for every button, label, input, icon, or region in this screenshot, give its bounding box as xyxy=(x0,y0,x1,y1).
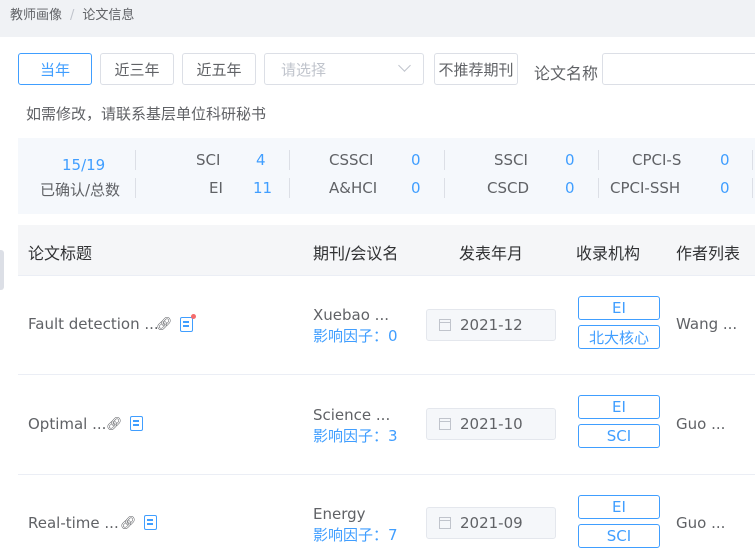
publish-date: 2021-09 xyxy=(460,514,523,532)
year-select-placeholder: 请选择 xyxy=(281,60,327,79)
not-recommended-journals-button[interactable]: 不推荐期刊 xyxy=(434,53,518,85)
index-tag: EI xyxy=(578,296,660,320)
column-header-index: 收录机构 xyxy=(576,244,641,263)
column-header-date: 发表年月 xyxy=(459,244,524,263)
confirmed-total-label: 已确认/总数 xyxy=(40,181,121,199)
stat-value-sci[interactable]: 4 xyxy=(256,151,266,169)
stat-name-cpci-ssh: CPCI-SSH xyxy=(610,179,681,197)
note-icon[interactable] xyxy=(144,515,157,530)
impact-factor: 影响因子：0 xyxy=(313,327,398,345)
paper-title[interactable]: Real-time ... xyxy=(28,514,119,532)
calendar-icon xyxy=(439,418,451,430)
last-five-years-button[interactable]: 近五年 xyxy=(182,53,256,85)
stat-value-ei[interactable]: 11 xyxy=(253,179,272,197)
breadcrumb-current: 论文信息 xyxy=(82,8,135,23)
index-tag: EI xyxy=(578,495,660,519)
journal-name: Science ... xyxy=(313,406,391,424)
stat-name-ei: EI xyxy=(209,179,223,197)
edit-hint: 如需修改，请联系基层单位科研秘书 xyxy=(26,105,267,123)
divider xyxy=(289,178,290,198)
breadcrumb-separator: / xyxy=(70,8,75,23)
last-three-years-button[interactable]: 近三年 xyxy=(100,53,174,85)
paper-name-input[interactable] xyxy=(602,53,755,85)
publish-date-field: 2021-10 xyxy=(426,408,556,440)
row-divider xyxy=(18,275,755,276)
stat-name-cscd: CSCD xyxy=(487,179,530,197)
journal-name: Xuebao ... xyxy=(313,306,389,324)
stat-value-cpci-s[interactable]: 0 xyxy=(720,151,730,169)
divider xyxy=(289,150,290,170)
chevron-down-icon xyxy=(398,59,411,72)
divider xyxy=(752,150,753,170)
row-divider xyxy=(18,374,755,375)
link-icon[interactable]: 🔗︎ xyxy=(120,516,137,531)
impact-factor: 影响因子：7 xyxy=(313,526,398,544)
divider xyxy=(135,178,136,198)
calendar-icon xyxy=(439,517,451,529)
note-icon[interactable] xyxy=(180,314,196,332)
divider xyxy=(598,150,599,170)
stat-name-cssci: CSSCI xyxy=(329,151,374,169)
divider xyxy=(598,178,599,198)
divider xyxy=(444,178,445,198)
row-divider xyxy=(18,474,755,475)
stat-value-ahci[interactable]: 0 xyxy=(411,179,421,197)
publish-date-field: 2021-12 xyxy=(426,309,556,341)
publish-date: 2021-10 xyxy=(460,415,523,433)
index-tag: EI xyxy=(578,395,660,419)
paper-title[interactable]: Optimal ... xyxy=(28,415,106,433)
collapse-handle[interactable] xyxy=(0,250,4,290)
stat-name-ssci: SSCI xyxy=(494,151,528,169)
stat-name-sci: SCI xyxy=(196,151,221,169)
breadcrumb-root[interactable]: 教师画像 xyxy=(10,8,62,23)
year-select[interactable]: 请选择 xyxy=(264,53,424,85)
link-icon[interactable]: 🔗︎ xyxy=(106,417,123,432)
stat-name-ahci: A&HCI xyxy=(329,179,378,197)
publish-date-field: 2021-09 xyxy=(426,507,556,539)
index-tag: 北大核心 xyxy=(578,325,660,349)
breadcrumb: 教师画像 / 论文信息 xyxy=(10,4,134,23)
paper-name-label: 论文名称 xyxy=(534,64,599,83)
author-list: Wang ... xyxy=(676,315,738,333)
divider xyxy=(444,150,445,170)
author-list: Guo ... xyxy=(676,415,726,433)
journal-name: Energy xyxy=(313,505,366,523)
current-year-button[interactable]: 当年 xyxy=(18,53,92,85)
index-tag: SCI xyxy=(578,424,660,448)
divider xyxy=(135,150,136,170)
stat-value-cpci-ssh[interactable]: 0 xyxy=(720,179,730,197)
calendar-icon xyxy=(439,319,451,331)
alert-dot xyxy=(191,314,196,319)
column-header-journal: 期刊/会议名 xyxy=(313,244,399,263)
stat-value-cssci[interactable]: 0 xyxy=(411,151,421,169)
divider xyxy=(752,178,753,198)
stat-value-ssci[interactable]: 0 xyxy=(565,151,575,169)
link-icon[interactable]: 🔗︎ xyxy=(156,317,173,332)
stat-name-cpci-s: CPCI-S xyxy=(632,151,682,169)
index-tag: SCI xyxy=(578,524,660,548)
publish-date: 2021-12 xyxy=(460,316,523,334)
stats-summary xyxy=(18,138,755,214)
paper-title[interactable]: Fault detection ... xyxy=(28,315,159,333)
author-list: Guo ... xyxy=(676,514,726,532)
impact-factor: 影响因子：3 xyxy=(313,427,398,445)
stat-value-cscd[interactable]: 0 xyxy=(565,179,575,197)
column-header-title: 论文标题 xyxy=(28,244,93,263)
confirmed-total-ratio: 15/19 xyxy=(62,156,106,174)
column-header-authors: 作者列表 xyxy=(676,244,741,263)
note-icon[interactable] xyxy=(130,416,143,431)
